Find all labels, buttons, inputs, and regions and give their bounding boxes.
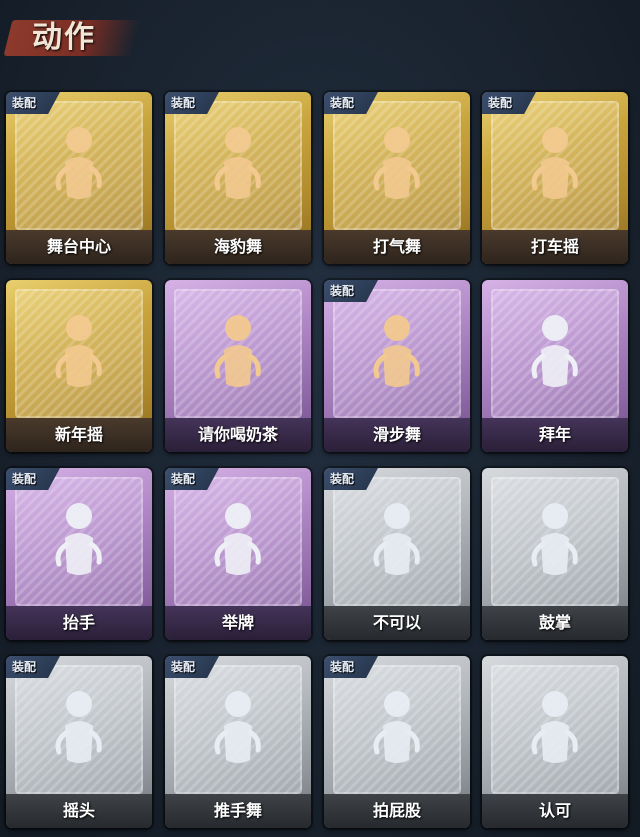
action-card[interactable]: 新年摇 <box>6 280 152 452</box>
shake-head-icon <box>55 691 102 763</box>
card-label: 新年摇 <box>54 425 103 444</box>
card-label: 拍屁股 <box>372 801 421 820</box>
car-sway-icon <box>531 127 578 199</box>
action-card[interactable]: 请你喝奶茶 <box>165 280 311 452</box>
dancer-center-icon <box>55 127 102 199</box>
milk-tea-sign-icon <box>214 315 261 387</box>
greeting-bow-icon <box>531 315 578 387</box>
action-card[interactable]: 舞台中心 装配 <box>6 92 152 264</box>
card-label: 滑步舞 <box>372 425 421 444</box>
card-label: 鼓掌 <box>538 613 571 632</box>
clapping-hands-icon <box>531 503 578 575</box>
card-label: 打气舞 <box>372 237 421 256</box>
action-card[interactable]: 不可以 装配 <box>324 468 470 640</box>
card-label: 认可 <box>538 801 571 820</box>
action-card[interactable]: 举牌 装配 <box>165 468 311 640</box>
card-label: 请你喝奶茶 <box>197 425 278 444</box>
action-card[interactable]: 滑步舞 装配 <box>324 280 470 452</box>
action-card[interactable]: 打车摇 装配 <box>482 92 628 264</box>
action-grid: 舞台中心 装配 海豹舞 装配 打气舞 装配 打车摇 装配新年摇 请你喝奶茶 滑步舞 装配拜年抬手 装配… <box>0 0 640 837</box>
card-label: 摇头 <box>62 801 95 820</box>
card-label: 舞台中心 <box>46 237 111 256</box>
raise-hand-icon <box>55 503 102 575</box>
slap-butt-icon <box>373 691 420 763</box>
hold-sign-icon <box>214 503 261 575</box>
action-card[interactable]: 打气舞 装配 <box>324 92 470 264</box>
card-label: 拜年 <box>538 425 571 444</box>
finger-wag-icon <box>373 503 420 575</box>
card-label: 举牌 <box>221 613 254 632</box>
new-year-sway-icon <box>55 315 102 387</box>
push-hand-dance-icon <box>214 691 261 763</box>
cheer-dance-icon <box>373 127 420 199</box>
action-card[interactable]: 海豹舞 装配 <box>165 92 311 264</box>
card-label: 海豹舞 <box>213 237 262 256</box>
action-card[interactable]: 抬手 装配 <box>6 468 152 640</box>
seal-dance-icon <box>214 127 261 199</box>
card-label: 不可以 <box>372 613 421 632</box>
action-card[interactable]: 摇头 装配 <box>6 656 152 828</box>
slide-dance-icon <box>373 315 420 387</box>
action-card[interactable]: 拜年 <box>482 280 628 452</box>
action-card[interactable]: 鼓掌 <box>482 468 628 640</box>
action-card[interactable]: 拍屁股 装配 <box>324 656 470 828</box>
action-card[interactable]: 推手舞 装配 <box>165 656 311 828</box>
action-card[interactable]: 认可 <box>482 656 628 828</box>
card-label: 抬手 <box>62 613 95 632</box>
card-label: 打车摇 <box>530 237 579 256</box>
card-label: 推手舞 <box>213 801 262 820</box>
thumbs-up-icon <box>531 691 578 763</box>
